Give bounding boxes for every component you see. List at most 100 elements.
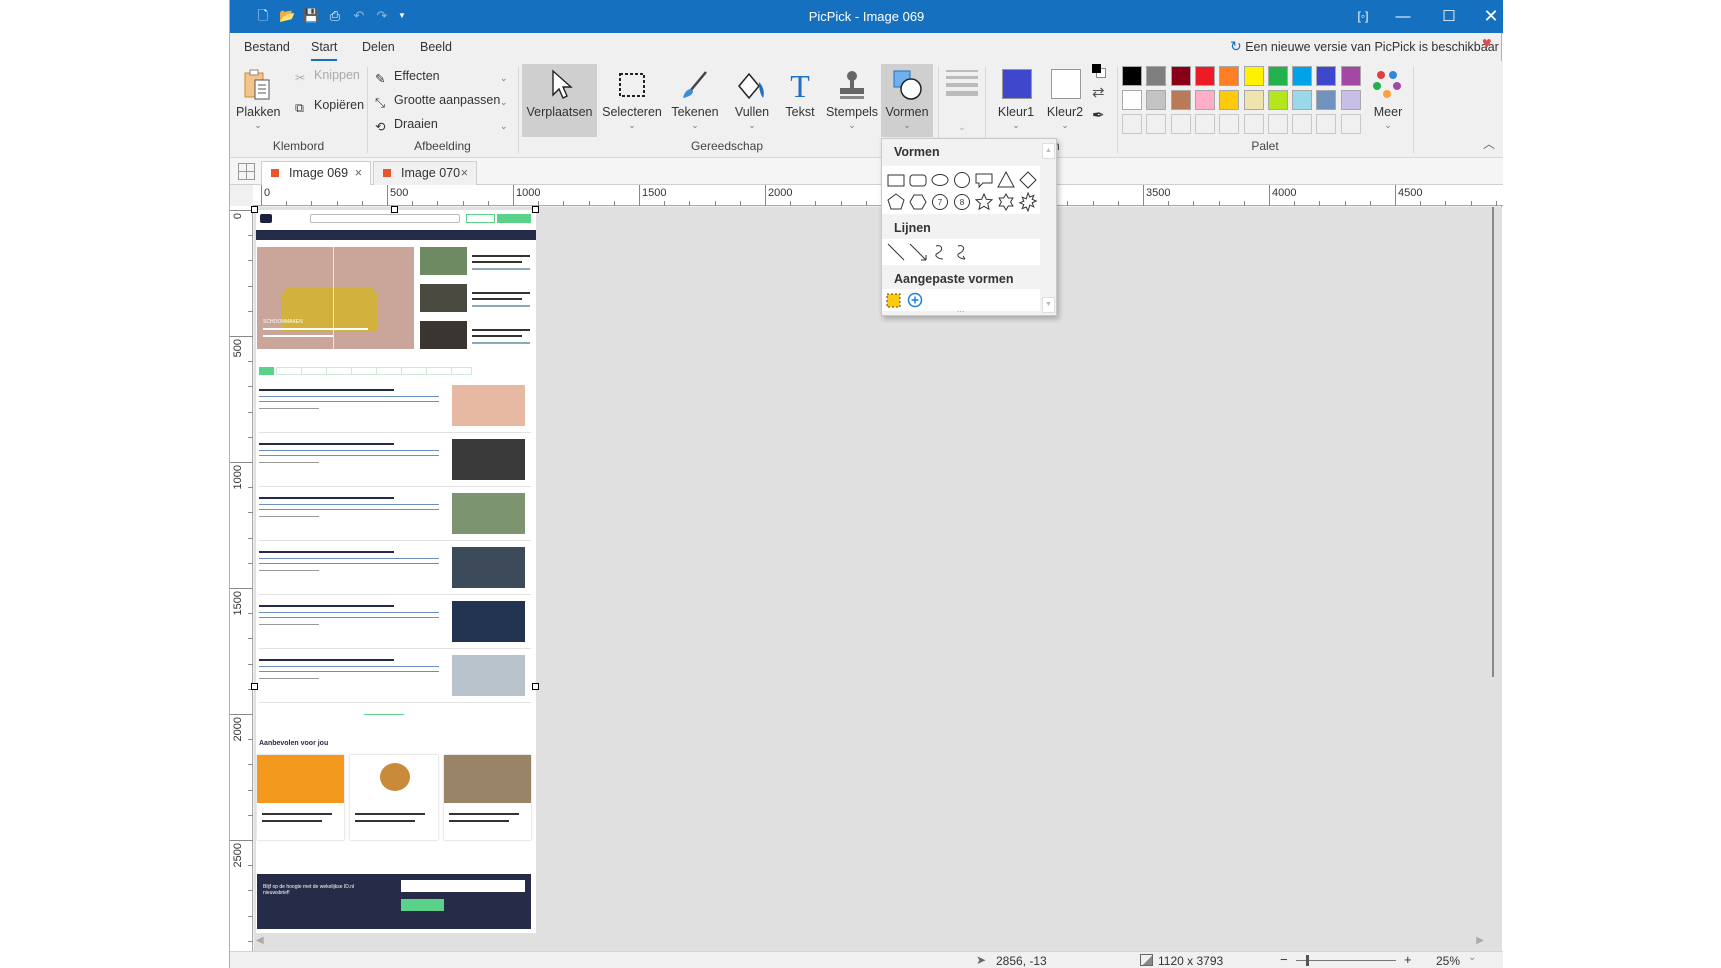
close-tab-icon[interactable]: × (355, 162, 362, 184)
tool-verplaatsen[interactable]: Verplaatsen (522, 64, 597, 137)
chevron-down-icon[interactable]: ⌄ (1468, 952, 1476, 963)
line-arrow-line[interactable] (907, 241, 929, 263)
effects-button[interactable]: ✎ Effecten (375, 66, 440, 86)
scroll-up-button[interactable]: ▲ (1042, 143, 1055, 159)
palette-empty-slot[interactable] (1316, 114, 1337, 134)
custom-shape-yellow-square[interactable] (885, 291, 903, 313)
shape-speech-bubble[interactable] (973, 169, 995, 191)
scroll-down-button[interactable]: ▼ (1042, 297, 1055, 313)
palette-swatch[interactable] (1243, 90, 1264, 110)
shape-star-5[interactable] (973, 191, 995, 213)
palette-swatch[interactable] (1194, 66, 1215, 86)
menu-start[interactable]: Start (311, 40, 338, 61)
palette-swatch[interactable] (1219, 90, 1240, 110)
shape-circle[interactable] (951, 169, 973, 191)
shape-ellipse[interactable] (929, 169, 951, 191)
line-width-button[interactable]: ⌄ (946, 70, 978, 134)
palette-swatch[interactable] (1194, 90, 1215, 110)
tool-vormen[interactable]: Vormen ⌄ (881, 64, 933, 137)
add-custom-shape-icon[interactable] (906, 291, 924, 313)
palette-empty-slot[interactable] (1219, 114, 1240, 134)
menu-beeld[interactable]: Beeld (420, 40, 452, 54)
zoom-level[interactable]: 25% (1436, 954, 1460, 968)
palette-swatch[interactable] (1316, 90, 1337, 110)
palette-swatch[interactable] (1122, 66, 1142, 86)
vertical-scrollbar[interactable] (1490, 207, 1496, 951)
palette-swatch[interactable] (1267, 66, 1288, 86)
shape-triangle[interactable] (995, 169, 1017, 191)
color1-button[interactable]: Kleur1 ⌄ (993, 64, 1039, 137)
shape-star-6[interactable] (995, 191, 1017, 213)
shape-rounded-rectangle[interactable] (907, 169, 929, 191)
menu-delen[interactable]: Delen (362, 40, 395, 54)
shape-rectangle[interactable] (885, 169, 907, 191)
palette-empty-slot[interactable] (1292, 114, 1313, 134)
palette-swatch[interactable] (1340, 66, 1361, 86)
collapse-ribbon-icon[interactable]: ︿ (1483, 135, 1495, 152)
resize-handle[interactable] (532, 206, 539, 213)
resize-handle[interactable] (391, 206, 398, 213)
palette-swatch[interactable] (1243, 66, 1264, 86)
grid-view-icon[interactable] (238, 163, 255, 180)
zoom-slider[interactable] (1296, 955, 1396, 966)
more-colors-button[interactable]: Meer ⌄ (1368, 64, 1408, 137)
palette-empty-slot[interactable] (1194, 114, 1215, 134)
update-notice[interactable]: ↻ Een nieuwe versie van PicPick is besch… (1230, 38, 1499, 55)
palette-empty-slot[interactable] (1340, 114, 1361, 134)
palette-swatch[interactable] (1292, 66, 1313, 86)
copy-button[interactable]: ⧉ Kopiëren (295, 95, 364, 115)
palette-swatch[interactable] (1316, 66, 1337, 86)
shape-heptagon-7[interactable]: 7 (929, 191, 951, 213)
shape-star-8[interactable] (1017, 191, 1039, 213)
zoom-in-button[interactable]: + (1404, 952, 1412, 967)
default-colors-icon[interactable] (1092, 64, 1108, 80)
tool-tekst[interactable]: T Tekst (781, 64, 819, 137)
shape-pentagon[interactable] (885, 191, 907, 213)
palette-empty-slot[interactable] (1267, 114, 1288, 134)
palette-empty-slot[interactable] (1146, 114, 1167, 134)
palette-empty-slot[interactable] (1170, 114, 1191, 134)
palette-empty-slot[interactable] (1122, 114, 1142, 134)
tool-vullen[interactable]: Vullen ⌄ (725, 64, 779, 137)
shape-diamond[interactable] (1017, 169, 1039, 191)
scroll-right-icon[interactable]: ▶ (1476, 935, 1484, 946)
resize-grip[interactable]: ... (957, 304, 965, 314)
resize-handle[interactable] (251, 206, 258, 213)
palette-empty-slot[interactable] (1243, 114, 1264, 134)
resize-handle[interactable] (251, 683, 258, 690)
horizontal-scrollbar[interactable]: ◀ ▶ (254, 934, 1490, 950)
eyedropper-icon[interactable]: ✒ (1092, 106, 1105, 124)
tab-image-069[interactable]: Image 069 × (261, 161, 371, 185)
swap-colors-icon[interactable]: ⇄ (1092, 83, 1105, 101)
zoom-out-button[interactable]: − (1280, 952, 1288, 967)
palette-swatch[interactable] (1146, 66, 1167, 86)
cut-button[interactable]: ✂ Knippen (295, 65, 360, 85)
tool-selecteren[interactable]: Selecteren ⌄ (599, 64, 665, 137)
palette-swatch[interactable] (1170, 66, 1191, 86)
line-line[interactable] (885, 241, 907, 263)
palette-swatch[interactable] (1146, 90, 1167, 110)
line-curve[interactable] (929, 241, 951, 263)
palette-swatch[interactable] (1340, 90, 1361, 110)
image-thumbnail[interactable]: SCHOONMAKEN Aanbevolen voor jou Blijf op… (256, 210, 536, 933)
shape-octagon-8[interactable]: 8 (951, 191, 973, 213)
menu-bestand[interactable]: Bestand (244, 40, 290, 54)
shape-hexagon[interactable] (907, 191, 929, 213)
palette-swatch[interactable] (1292, 90, 1313, 110)
maximize-button[interactable]: ☐ (1426, 0, 1472, 33)
rotate-button[interactable]: ⟲ Draaien (375, 114, 438, 134)
close-tab-icon[interactable]: × (461, 162, 468, 184)
heart-icon[interactable]: ♥ (1482, 35, 1492, 53)
palette-swatch[interactable] (1219, 66, 1240, 86)
tab-image-070[interactable]: Image 070 × (373, 161, 477, 185)
scroll-left-icon[interactable]: ◀ (256, 935, 264, 946)
paste-button[interactable]: Plakken ⌄ (236, 64, 280, 137)
close-button[interactable]: ✕ (1468, 0, 1514, 33)
resize-button[interactable]: ⤡ Grootte aanpassen (375, 90, 500, 110)
line-curve-arrow[interactable] (951, 241, 973, 263)
zoom-slider-thumb[interactable] (1306, 955, 1309, 966)
color2-button[interactable]: Kleur2 ⌄ (1042, 64, 1088, 137)
palette-swatch[interactable] (1122, 90, 1142, 110)
palette-swatch[interactable] (1267, 90, 1288, 110)
tool-stempels[interactable]: Stempels ⌄ (821, 64, 883, 137)
